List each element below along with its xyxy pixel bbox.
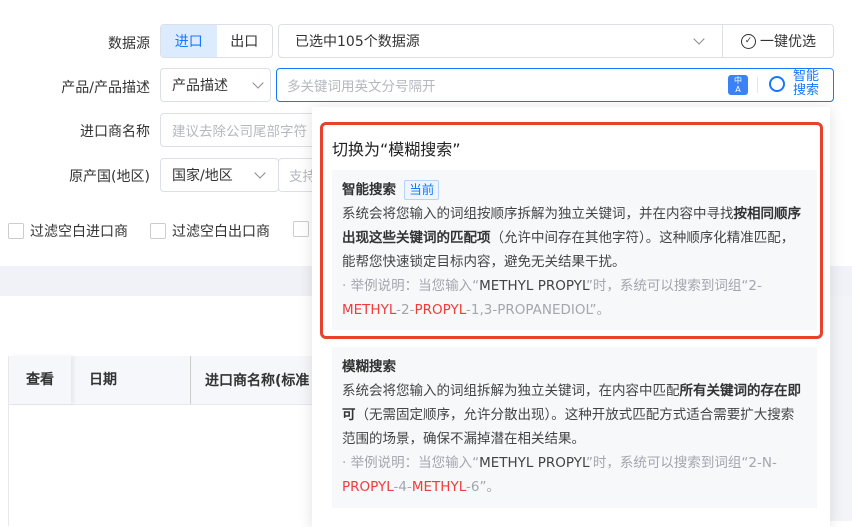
source-select[interactable]: 已选中105个数据源 ✓ 一键优选 xyxy=(278,24,834,58)
origin-type-select[interactable]: 国家/地区 xyxy=(160,158,279,192)
translate-icon[interactable]: 中A xyxy=(728,75,748,95)
importer-label: 进口商名称 xyxy=(80,124,150,140)
smart-search-button[interactable]: 智能搜索 xyxy=(793,70,823,98)
product-type-select[interactable]: 产品描述 xyxy=(160,68,271,102)
filter-blank-importer-checkbox[interactable]: 过滤空白进口商 xyxy=(8,221,128,241)
checkbox-label: 过滤空白出口商 xyxy=(172,224,270,240)
source-toggle: 进口 出口 xyxy=(160,24,273,58)
option-description: 系统会将您输入的词组拆解为独立关键词，在内容中匹配所有关键词的存在即可（无需固定… xyxy=(342,383,801,447)
source-label: 数据源 xyxy=(108,36,150,52)
origin-label: 原产国(地区) xyxy=(69,169,150,185)
one-click-button[interactable]: ✓ 一键优选 xyxy=(722,25,834,57)
col-date: 日期 xyxy=(71,356,191,404)
option-title: 模糊搜索 xyxy=(342,359,396,375)
checkbox-label: 过滤空白进口商 xyxy=(30,224,128,240)
source-select-value: 已选中105个数据源 xyxy=(295,34,420,50)
tab-import[interactable]: 进口 xyxy=(161,25,217,57)
product-placeholder: 多关键词用英文分号隔开 xyxy=(287,79,436,95)
tab-export[interactable]: 出口 xyxy=(217,25,273,57)
one-click-label: 一键优选 xyxy=(760,34,816,50)
origin-type-value: 国家/地区 xyxy=(172,168,233,184)
product-input[interactable]: 多关键词用英文分号隔开 中A 智能搜索 xyxy=(276,68,834,102)
col-view: 查看 xyxy=(9,356,71,404)
chevron-down-icon xyxy=(254,167,266,179)
importer-placeholder: 建议去除公司尾部字符 xyxy=(172,124,307,140)
option-example: · 举例说明：当您输入“METHYL PROPYL”时，系统可以搜索到词组“2-… xyxy=(342,455,777,495)
chevron-down-icon xyxy=(693,33,705,45)
chevron-down-icon xyxy=(252,77,264,89)
smart-search-icon[interactable] xyxy=(769,76,785,92)
product-type-value: 产品描述 xyxy=(172,78,228,94)
filter-blank-exporter-checkbox[interactable]: 过滤空白出口商 xyxy=(150,221,270,241)
fuzzy-search-option[interactable]: 模糊搜索 系统会将您输入的词组拆解为独立关键词，在内容中匹配所有关键词的存在即可… xyxy=(332,347,817,508)
col-importer: 进口商名称(标准 xyxy=(205,373,310,389)
product-label: 产品/产品描述 xyxy=(61,80,150,96)
check-circle-icon: ✓ xyxy=(741,33,756,49)
highlight-box xyxy=(320,122,823,339)
